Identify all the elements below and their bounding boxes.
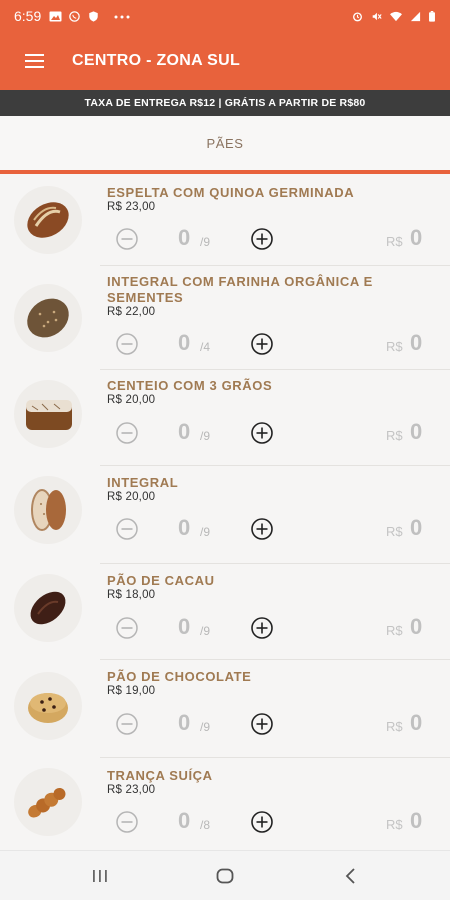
quantity-value: 0 (178, 614, 191, 639)
product-price: R$ 23,00 (107, 784, 156, 796)
total-currency: R$ (386, 234, 403, 249)
max-quantity: /9 (200, 525, 211, 539)
increase-button[interactable] (251, 617, 273, 639)
max-quantity: /9 (200, 624, 211, 638)
total-value: 0 (410, 330, 423, 355)
increase-button[interactable] (251, 422, 273, 444)
product-name: ESPELTA COM QUINOA GERMINADA (107, 185, 355, 200)
alarm-icon (353, 11, 362, 21)
total-value: 0 (410, 808, 423, 833)
total-currency: R$ (386, 623, 403, 638)
increase-button[interactable] (251, 518, 273, 540)
quantity-stepper: 0 /9 R$ 0 (116, 614, 436, 642)
hamburger-menu-icon[interactable] (0, 32, 70, 90)
battery-icon (429, 10, 435, 22)
product-image (14, 380, 82, 448)
more-dots-icon (114, 15, 130, 18)
product-row: ESPELTA COM QUINOA GERMINADA R$ 23,00 0 … (0, 174, 450, 270)
product-name: PÃO DE CHOCOLATE (107, 669, 252, 684)
quantity-stepper: 0 /9 R$ 0 (116, 515, 436, 543)
product-image (14, 574, 82, 642)
delivery-fee-banner: TAXA DE ENTREGA R$12 | GRÁTIS A PARTIR D… (0, 90, 450, 116)
product-price: R$ 19,00 (107, 685, 156, 697)
total-value: 0 (410, 515, 423, 540)
product-name: TRANÇA SUÍÇA (107, 768, 213, 783)
quantity-stepper: 0 /9 R$ 0 (116, 225, 436, 253)
product-price: R$ 20,00 (107, 491, 156, 503)
decrease-button[interactable] (116, 333, 138, 355)
max-quantity: /9 (200, 235, 211, 249)
max-quantity: /9 (200, 429, 211, 443)
image-icon (49, 11, 62, 21)
quantity-value: 0 (178, 515, 191, 540)
quantity-value: 0 (178, 710, 191, 735)
product-price: R$ 23,00 (107, 201, 156, 213)
decrease-button[interactable] (116, 228, 138, 250)
quantity-value: 0 (178, 330, 191, 355)
mute-icon (372, 12, 382, 20)
product-name: INTEGRAL COM FARINHA ORGÂNICA E SEMENTES (107, 274, 373, 305)
home-icon[interactable] (213, 864, 237, 888)
increase-button[interactable] (251, 333, 273, 355)
total-currency: R$ (386, 524, 403, 539)
category-title: PÃES (0, 116, 450, 170)
product-image (14, 672, 82, 740)
product-image (14, 284, 82, 352)
product-price: R$ 20,00 (107, 394, 156, 406)
total-value: 0 (410, 419, 423, 444)
increase-button[interactable] (251, 713, 273, 735)
quantity-stepper: 0 /4 R$ 0 (116, 330, 436, 358)
app-bar: CENTRO - ZONA SUL (0, 32, 450, 90)
product-image (14, 476, 82, 544)
signal-icon (410, 11, 421, 21)
total-value: 0 (410, 710, 423, 735)
total-currency: R$ (386, 428, 403, 443)
max-quantity: /9 (200, 720, 211, 734)
product-image (14, 768, 82, 836)
total-value: 0 (410, 225, 423, 250)
quantity-stepper: 0 /9 R$ 0 (116, 710, 436, 738)
product-row: TRANÇA SUÍÇA R$ 23,00 0 /8 R$ 0 (0, 758, 450, 850)
decrease-button[interactable] (116, 713, 138, 735)
total-currency: R$ (386, 719, 403, 734)
product-price: R$ 22,00 (107, 306, 156, 318)
product-row: INTEGRAL R$ 20,00 0 /9 R$ 0 (0, 466, 450, 564)
shield-icon (89, 10, 98, 22)
increase-button[interactable] (251, 811, 273, 833)
product-image (14, 186, 82, 254)
decrease-button[interactable] (116, 422, 138, 444)
decrease-button[interactable] (116, 811, 138, 833)
status-bar: 6:59 (0, 0, 450, 32)
back-icon[interactable] (339, 864, 363, 888)
wifi-icon (390, 11, 402, 21)
recent-apps-icon[interactable] (88, 864, 112, 888)
status-time: 6:59 (14, 8, 42, 24)
total-currency: R$ (386, 817, 403, 832)
total-value: 0 (410, 614, 423, 639)
product-name: PÃO DE CACAU (107, 573, 215, 588)
product-row: CENTEIO COM 3 GRÃOS R$ 20,00 0 /9 R$ 0 (0, 370, 450, 466)
total-currency: R$ (386, 339, 403, 354)
quantity-value: 0 (178, 808, 191, 833)
product-name: CENTEIO COM 3 GRÃOS (107, 378, 273, 393)
max-quantity: /8 (200, 818, 211, 832)
product-row: INTEGRAL COM FARINHA ORGÂNICA E SEMENTES… (0, 266, 450, 370)
product-row: PÃO DE CACAU R$ 18,00 0 /9 R$ 0 (0, 564, 450, 660)
quantity-value: 0 (178, 419, 191, 444)
product-name: INTEGRAL (107, 475, 179, 490)
product-price: R$ 18,00 (107, 589, 156, 601)
quantity-value: 0 (178, 225, 191, 250)
system-nav-bar (0, 850, 450, 900)
decrease-button[interactable] (116, 617, 138, 639)
product-list: ESPELTA COM QUINOA GERMINADA R$ 23,00 0 … (0, 174, 450, 850)
page-title: CENTRO - ZONA SUL (72, 52, 241, 69)
decrease-button[interactable] (116, 518, 138, 540)
increase-button[interactable] (251, 228, 273, 250)
product-row: PÃO DE CHOCOLATE R$ 19,00 0 /9 R$ 0 (0, 660, 450, 758)
max-quantity: /4 (200, 340, 211, 354)
quantity-stepper: 0 /9 R$ 0 (116, 419, 436, 447)
quantity-stepper: 0 /8 R$ 0 (116, 808, 436, 836)
whatsapp-icon (69, 10, 81, 22)
